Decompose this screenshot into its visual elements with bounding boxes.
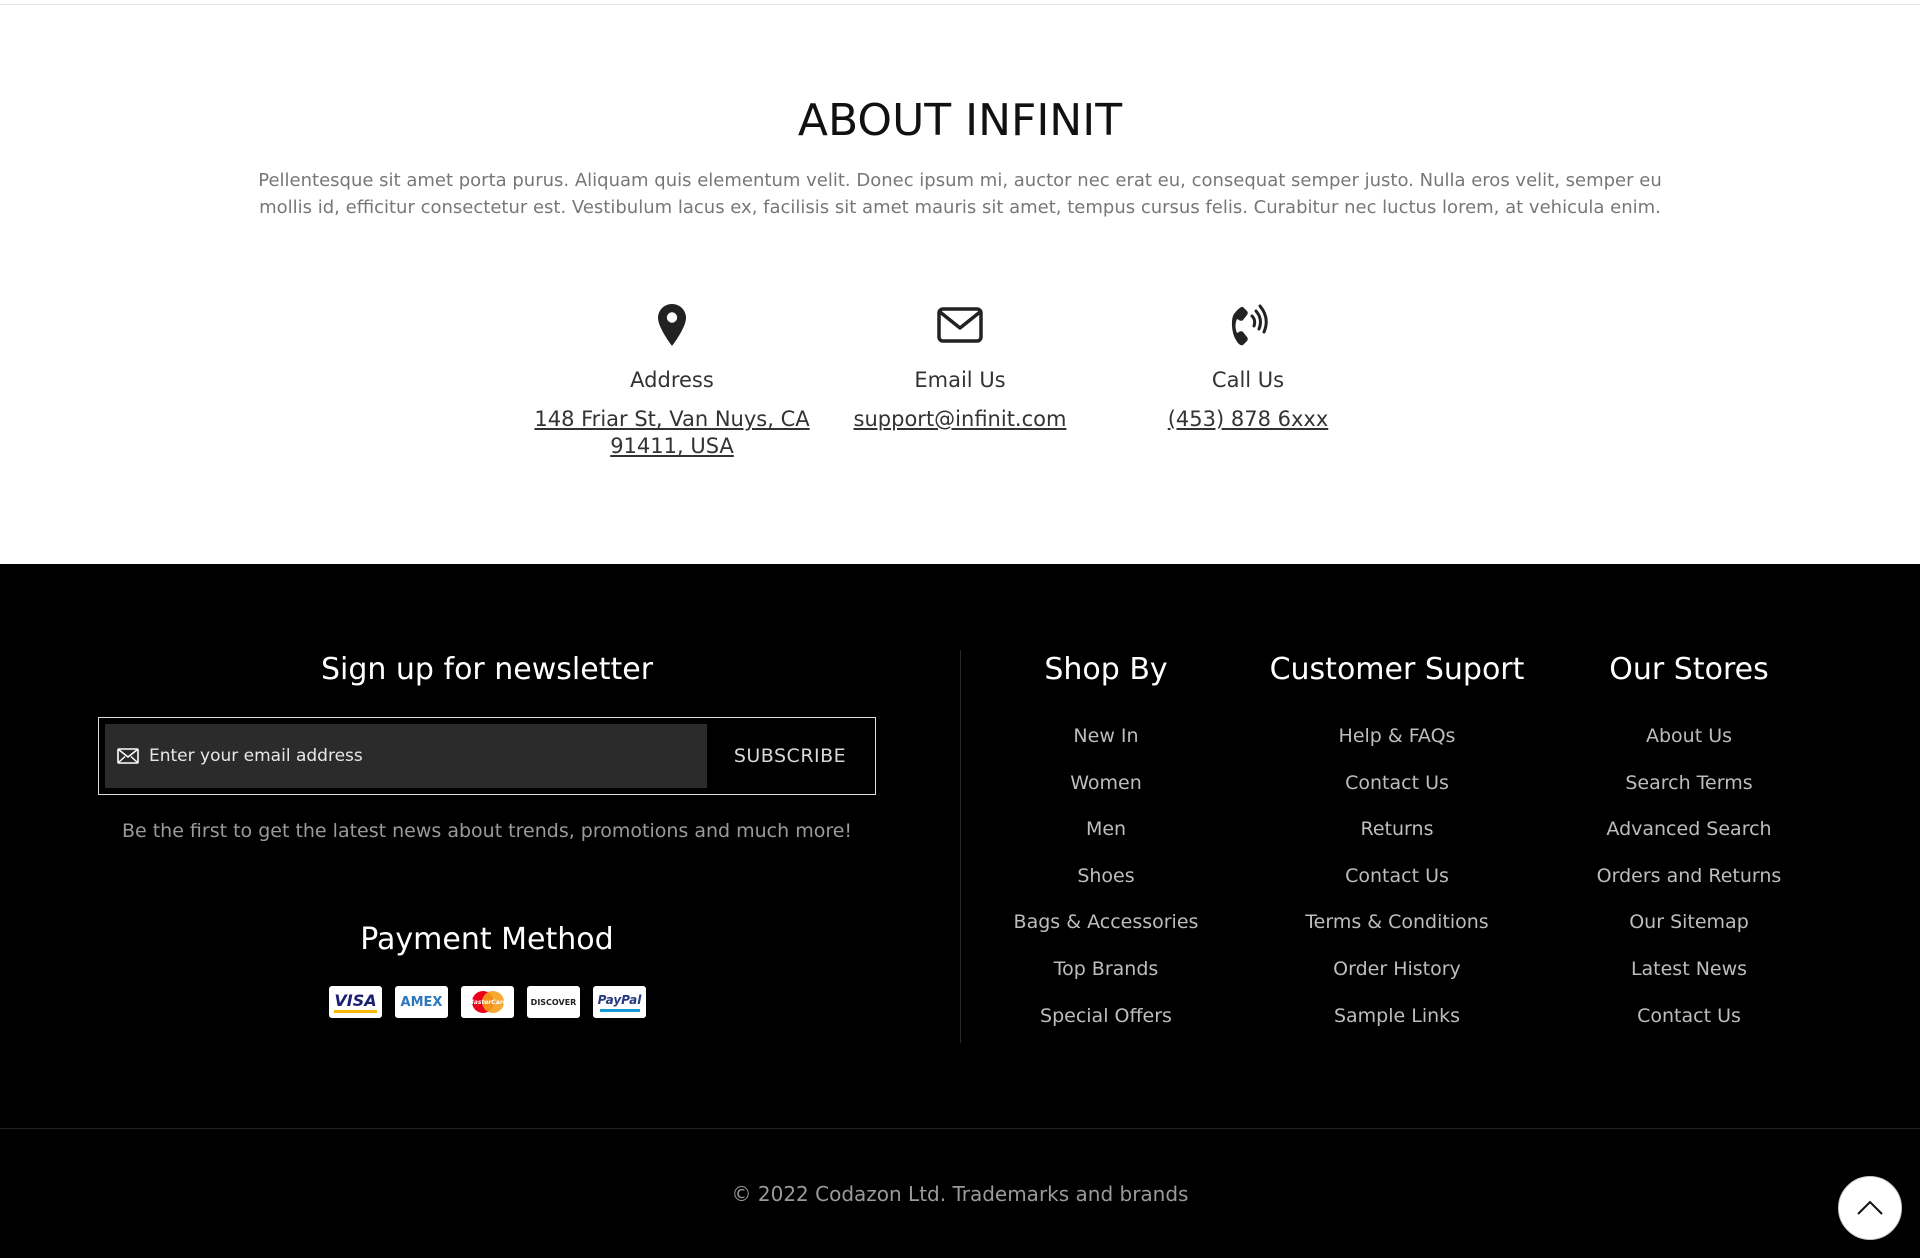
- footer-link[interactable]: Shoes: [961, 853, 1251, 900]
- email-link[interactable]: support@infinit.com: [810, 406, 1110, 433]
- chevron-up-icon: [1857, 1200, 1883, 1215]
- payment-cards: VISA AMEX MasterCard DISCOVER PayPal: [329, 986, 646, 1018]
- footer-link[interactable]: Contact Us: [1252, 853, 1542, 900]
- back-to-top-button[interactable]: [1838, 1176, 1902, 1240]
- visa-card-icon: VISA: [329, 986, 382, 1018]
- email-input[interactable]: [149, 746, 689, 766]
- footer-link[interactable]: Top Brands: [961, 946, 1251, 993]
- about-section: ABOUT INFINIT Pellentesque sit amet port…: [0, 5, 1920, 564]
- copyright-text: © 2022 Codazon Ltd. Trademarks and brand…: [731, 1182, 1189, 1206]
- discover-card-icon: DISCOVER: [527, 986, 580, 1018]
- footer-link[interactable]: Search Terms: [1544, 760, 1834, 807]
- contact-address: Address 148 Friar St, Van Nuys, CA 91411…: [522, 297, 822, 460]
- about-description: Pellentesque sit amet porta purus. Aliqu…: [258, 170, 1662, 218]
- contact-label: Email Us: [914, 368, 1006, 392]
- footer-link[interactable]: Women: [961, 760, 1251, 807]
- our-stores-column: Our Stores About Us Search Terms Advance…: [1544, 652, 1834, 1039]
- footer-link[interactable]: Returns: [1252, 806, 1542, 853]
- mail-icon: [810, 297, 1110, 353]
- footer-link[interactable]: About Us: [1544, 713, 1834, 760]
- mastercard-card-icon: MasterCard: [461, 986, 514, 1018]
- footer-link[interactable]: Help & FAQs: [1252, 713, 1542, 760]
- email-field[interactable]: [105, 724, 707, 788]
- site-footer: Sign up for newsletter SUBSCRIBE Be the …: [0, 564, 1920, 1258]
- column-title: Shop By: [1044, 652, 1168, 687]
- map-pin-icon: [522, 297, 822, 353]
- footer-link[interactable]: Terms & Conditions: [1252, 899, 1542, 946]
- contact-label: Address: [630, 368, 714, 392]
- paypal-card-icon: PayPal: [593, 986, 646, 1018]
- footer-link[interactable]: Bags & Accessories: [961, 899, 1251, 946]
- copyright-divider: [0, 1128, 1920, 1129]
- footer-link[interactable]: New In: [961, 713, 1251, 760]
- newsletter-note: Be the first to get the latest news abou…: [121, 820, 853, 842]
- amex-card-icon: AMEX: [395, 986, 448, 1018]
- footer-link[interactable]: Orders and Returns: [1544, 853, 1834, 900]
- footer-link[interactable]: Special Offers: [961, 993, 1251, 1040]
- contact-label: Call Us: [1211, 368, 1285, 392]
- contact-email: Email Us support@infinit.com: [810, 297, 1110, 433]
- footer-link[interactable]: Contact Us: [1544, 993, 1834, 1040]
- newsletter-form: SUBSCRIBE: [98, 717, 876, 795]
- footer-link[interactable]: Our Sitemap: [1544, 899, 1834, 946]
- footer-link[interactable]: Order History: [1252, 946, 1542, 993]
- column-title: Customer Suport: [1269, 652, 1525, 687]
- mail-icon: [117, 748, 139, 764]
- payment-title: Payment Method: [360, 922, 614, 957]
- footer-link[interactable]: Contact Us: [1252, 760, 1542, 807]
- subscribe-button[interactable]: SUBSCRIBE: [711, 724, 869, 788]
- footer-link[interactable]: Latest News: [1544, 946, 1834, 993]
- newsletter-title: Sign up for newsletter: [320, 652, 654, 687]
- phone-link[interactable]: (453) 878 6xxx: [1098, 406, 1398, 433]
- phone-icon: [1098, 297, 1398, 353]
- about-title: ABOUT INFINIT: [797, 95, 1123, 146]
- shop-by-column: Shop By New In Women Men Shoes Bags & Ac…: [961, 652, 1251, 1039]
- contact-phone: Call Us (453) 878 6xxx: [1098, 297, 1398, 433]
- footer-link[interactable]: Sample Links: [1252, 993, 1542, 1040]
- footer-link[interactable]: Men: [961, 806, 1251, 853]
- customer-support-column: Customer Suport Help & FAQs Contact Us R…: [1252, 652, 1542, 1039]
- column-title: Our Stores: [1609, 652, 1769, 687]
- footer-link[interactable]: Advanced Search: [1544, 806, 1834, 853]
- address-link[interactable]: 148 Friar St, Van Nuys, CA 91411, USA: [522, 406, 822, 460]
